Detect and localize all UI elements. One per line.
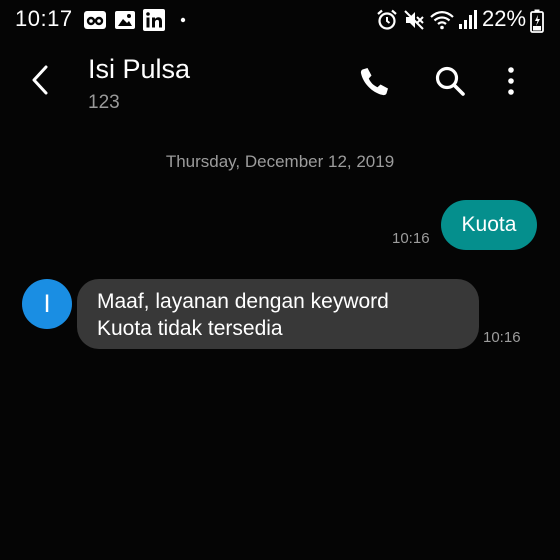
battery-percent: 22% bbox=[482, 6, 527, 31]
received-message-line: Kuota tidak tersedia bbox=[97, 317, 283, 340]
gallery-icon bbox=[115, 11, 135, 29]
phone-icon[interactable] bbox=[358, 64, 392, 98]
status-time: 10:17 bbox=[15, 6, 73, 31]
contact-number: 123 bbox=[88, 92, 120, 113]
notification-dot-icon bbox=[180, 17, 186, 23]
more-options-icon[interactable] bbox=[494, 64, 528, 98]
alarm-icon bbox=[377, 9, 397, 30]
date-divider: Thursday, December 12, 2019 bbox=[165, 152, 395, 171]
wifi-icon bbox=[430, 11, 454, 30]
linkedin-icon bbox=[143, 9, 165, 31]
conversation-header: Isi Pulsa 123 bbox=[0, 40, 560, 130]
status-bar: 10:17 22% bbox=[0, 0, 560, 40]
received-message-time: 10:16 bbox=[483, 329, 521, 346]
mute-icon bbox=[404, 10, 424, 30]
signal-icon bbox=[459, 10, 477, 29]
contact-name: Isi Pulsa bbox=[88, 54, 191, 84]
back-button[interactable] bbox=[24, 62, 60, 98]
sent-message-bubble[interactable]: Kuota bbox=[441, 200, 537, 250]
received-message-line: Maaf, layanan dengan keyword bbox=[97, 290, 389, 313]
received-message-bubble[interactable]: Maaf, layanan dengan keyword Kuota tidak… bbox=[77, 279, 479, 349]
sent-message-text: Kuota bbox=[461, 213, 517, 236]
battery-icon bbox=[530, 9, 544, 33]
search-icon[interactable] bbox=[433, 64, 467, 98]
avatar[interactable]: I bbox=[22, 279, 72, 329]
sent-message-time: 10:16 bbox=[392, 230, 430, 247]
avatar-initial: I bbox=[43, 290, 51, 318]
tripadvisor-icon bbox=[84, 11, 106, 29]
